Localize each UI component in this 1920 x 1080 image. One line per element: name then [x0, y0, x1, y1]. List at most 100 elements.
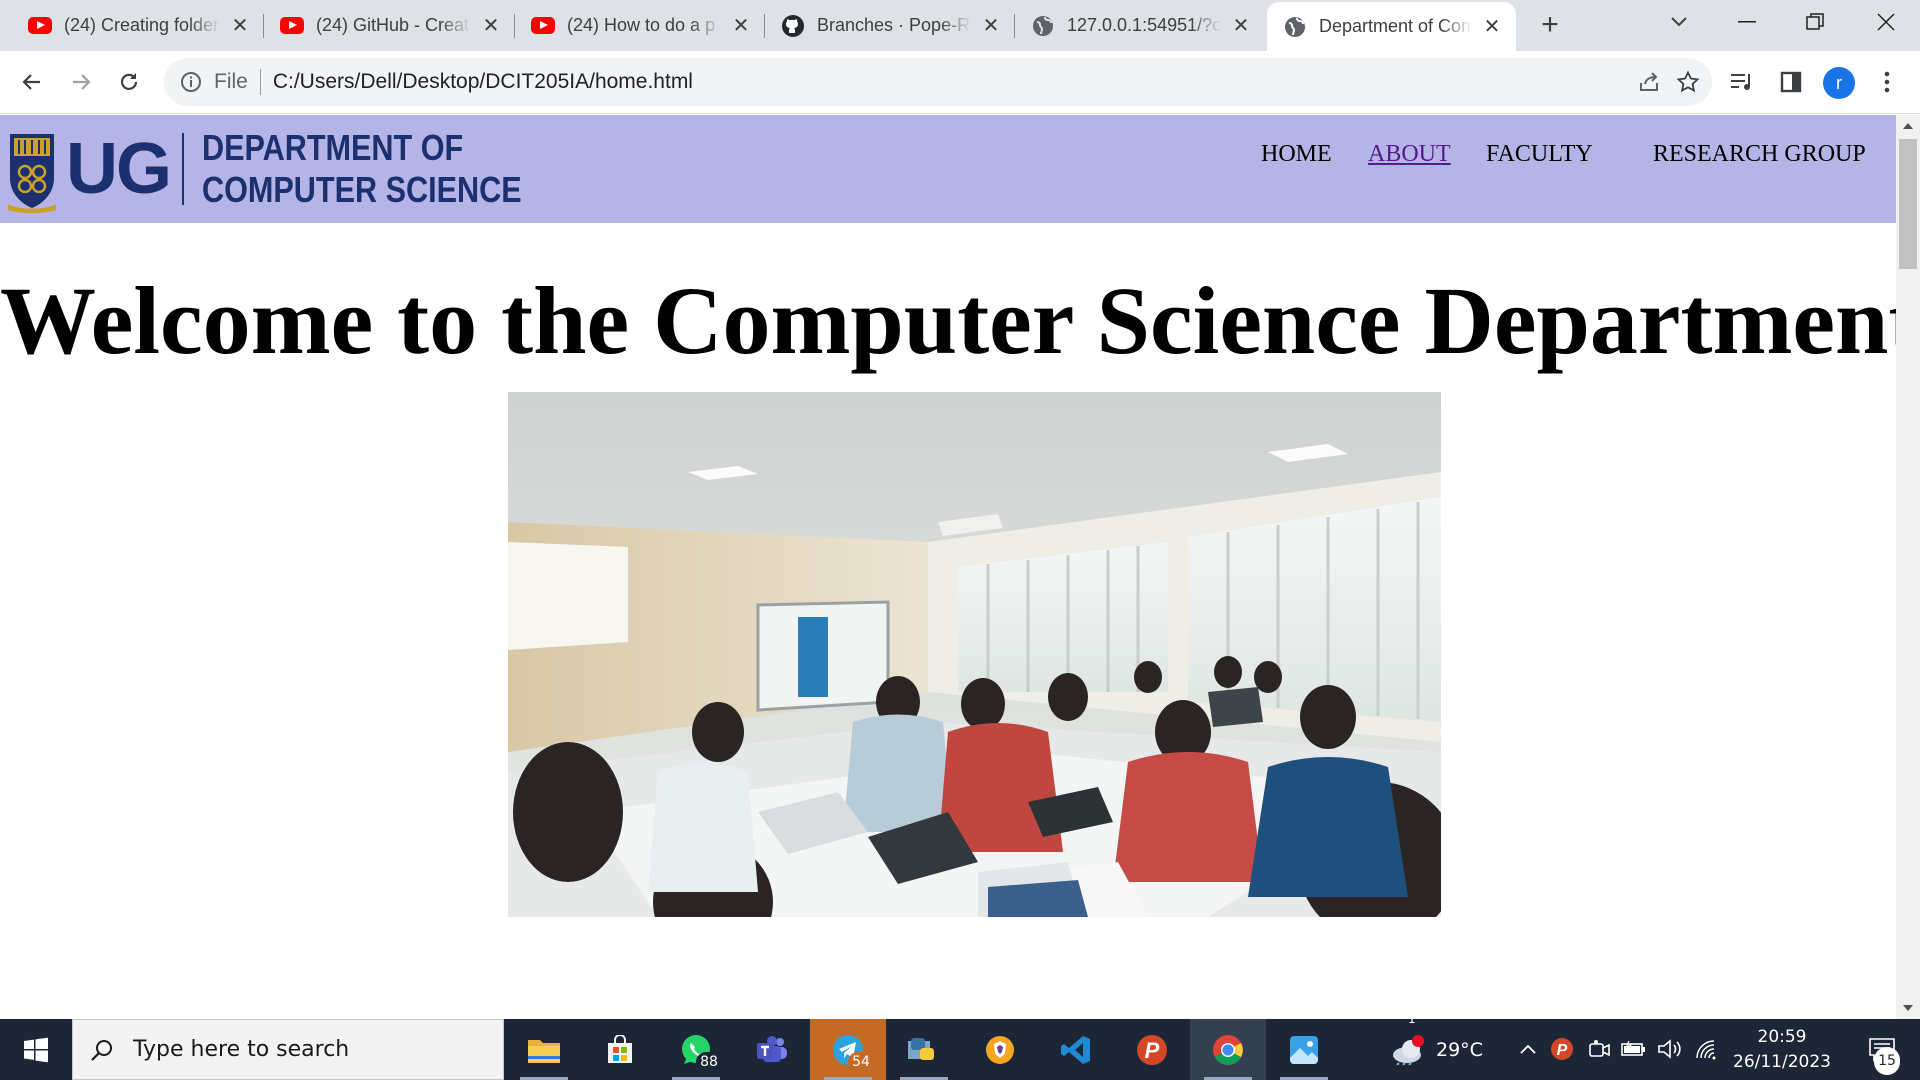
tab-title: Department of Computer Science [1319, 16, 1472, 36]
wifi-icon[interactable] [1692, 1035, 1720, 1063]
taskbar-search-box[interactable]: Type here to search [72, 1019, 504, 1080]
weather-temperature[interactable]: 29°C [1436, 1019, 1483, 1080]
scroll-up-arrow-icon[interactable] [1903, 123, 1913, 129]
reading-list-button[interactable] [1722, 62, 1762, 102]
brave-icon [986, 1035, 1014, 1064]
weather-alert-count: 1 [1408, 1012, 1416, 1026]
minimize-button[interactable] [1713, 0, 1781, 44]
arrow-left-icon [22, 74, 40, 90]
classroom-photo [508, 392, 1441, 917]
logo-ug-text: UG [66, 129, 172, 209]
tab-creating-folders[interactable]: (24) Creating folders ✕ [12, 0, 264, 51]
close-tab-icon[interactable]: ✕ [979, 14, 1003, 38]
taskbar-photos[interactable] [1266, 1019, 1342, 1080]
youtube-icon [531, 14, 555, 38]
forward-button[interactable] [61, 62, 101, 102]
clock-date: 26/11/2023 [1733, 1052, 1831, 1072]
nav-link-research-group[interactable]: RESEARCH GROUP [1653, 141, 1866, 168]
logo-department-text: DEPARTMENT OF COMPUTER SCIENCE [202, 127, 522, 211]
close-tab-icon[interactable]: ✕ [729, 14, 753, 38]
browser-tab-strip: (24) Creating folders ✕ (24) GitHub - Cr… [0, 0, 1920, 51]
tab-search-button[interactable] [1645, 0, 1713, 44]
clock-time: 20:59 [1757, 1027, 1807, 1047]
svg-text:P: P [1557, 1042, 1568, 1059]
github-icon [781, 14, 805, 38]
reload-icon [120, 73, 138, 90]
tab-github-create[interactable]: (24) GitHub - Create ✕ [264, 0, 515, 51]
meet-now-icon[interactable] [1586, 1035, 1614, 1063]
tab-how-to-do[interactable]: (24) How to do a p ✕ [515, 0, 765, 51]
nav-link-about[interactable]: ABOUT [1368, 141, 1451, 168]
page-scrollbar[interactable] [1896, 115, 1920, 1019]
show-hidden-icons-chevron-up-icon[interactable] [1514, 1035, 1542, 1063]
tab-title: Branches · Pope-Re [817, 15, 971, 35]
battery-icon[interactable] [1620, 1035, 1648, 1063]
taskbar-whatsapp[interactable]: 88 [658, 1019, 734, 1080]
close-tab-icon[interactable]: ✕ [479, 14, 503, 38]
more-vertical-icon [1884, 71, 1890, 93]
vscode-icon [1061, 1035, 1090, 1064]
scroll-down-arrow-icon[interactable] [1903, 1005, 1913, 1011]
tab-localhost[interactable]: 127.0.0.1:54951/?c ✕ [1015, 0, 1265, 51]
new-tab-button[interactable]: + [1533, 8, 1567, 42]
site-logo[interactable]: UG DEPARTMENT OF COMPUTER SCIENCE [6, 119, 578, 219]
windows-taskbar: Type here to search 88 54 P 1 29°C P 20:… [0, 1012, 1920, 1080]
site-header: UG DEPARTMENT OF COMPUTER SCIENCE HOME A… [0, 115, 1896, 223]
logo-line-2: COMPUTER SCIENCE [202, 169, 522, 210]
powerpoint-icon: P [1137, 1034, 1167, 1065]
back-button[interactable] [12, 62, 52, 102]
bookmark-star-icon[interactable] [1672, 66, 1704, 98]
minimize-icon [1738, 21, 1756, 23]
tab-title: (24) GitHub - Create [316, 15, 471, 35]
logo-line-1: DEPARTMENT OF [202, 127, 464, 168]
logo-divider [182, 133, 184, 205]
side-panel-button[interactable] [1771, 62, 1811, 102]
taskbar-python[interactable] [886, 1019, 962, 1080]
profile-avatar[interactable]: r [1823, 67, 1855, 99]
tab-branches[interactable]: Branches · Pope-Re ✕ [765, 0, 1015, 51]
url-divider [259, 69, 261, 95]
restore-button[interactable] [1781, 0, 1849, 44]
tab-title: (24) How to do a p [567, 15, 716, 35]
search-icon [87, 1035, 117, 1065]
close-tab-icon[interactable]: ✕ [1229, 14, 1253, 38]
tab-department-active[interactable]: Department of Computer Science ✕ [1267, 2, 1516, 51]
scrollbar-thumb[interactable] [1899, 139, 1917, 269]
ug-crest-icon [8, 134, 56, 213]
url-text[interactable]: C:/Users/Dell/Desktop/DCIT205IA/home.htm… [273, 70, 693, 94]
taskbar-file-explorer[interactable] [506, 1019, 582, 1080]
taskbar-telegram[interactable]: 54 [810, 1019, 886, 1080]
browser-toolbar: File C:/Users/Dell/Desktop/DCIT205IA/hom… [0, 51, 1920, 114]
web-page: UG DEPARTMENT OF COMPUTER SCIENCE HOME A… [0, 115, 1896, 1019]
share-icon[interactable] [1633, 66, 1665, 98]
nav-link-home[interactable]: HOME [1261, 141, 1332, 168]
teams-icon [757, 1035, 787, 1062]
globe-icon [1031, 14, 1055, 38]
taskbar-microsoft-store[interactable] [582, 1019, 658, 1080]
close-window-button[interactable] [1852, 0, 1920, 44]
nav-link-faculty[interactable]: FACULTY [1486, 141, 1593, 168]
info-icon[interactable] [178, 69, 204, 95]
chrome-icon [1213, 1034, 1243, 1065]
close-icon [1877, 13, 1895, 31]
menu-button[interactable] [1867, 62, 1907, 102]
tray-app-p-icon[interactable]: P [1548, 1035, 1576, 1063]
volume-icon[interactable] [1656, 1035, 1684, 1063]
taskbar-clock[interactable]: 20:59 26/11/2023 [1717, 1025, 1847, 1075]
youtube-icon [28, 14, 52, 38]
reload-button[interactable] [109, 62, 149, 102]
close-tab-icon[interactable]: ✕ [1480, 15, 1504, 39]
taskbar-chrome[interactable] [1190, 1019, 1266, 1080]
arrow-right-icon [73, 74, 91, 90]
address-bar[interactable]: File C:/Users/Dell/Desktop/DCIT205IA/hom… [164, 58, 1712, 106]
file-explorer-icon [528, 1039, 560, 1063]
taskbar-powerpoint-app[interactable]: P [1114, 1019, 1190, 1080]
close-tab-icon[interactable]: ✕ [228, 14, 252, 38]
globe-icon [1283, 15, 1307, 39]
youtube-icon [280, 14, 304, 38]
start-button[interactable] [0, 1019, 72, 1080]
photos-icon [1290, 1035, 1318, 1064]
taskbar-brave[interactable] [962, 1019, 1038, 1080]
taskbar-teams[interactable] [734, 1019, 810, 1080]
taskbar-vscode[interactable] [1038, 1019, 1114, 1080]
